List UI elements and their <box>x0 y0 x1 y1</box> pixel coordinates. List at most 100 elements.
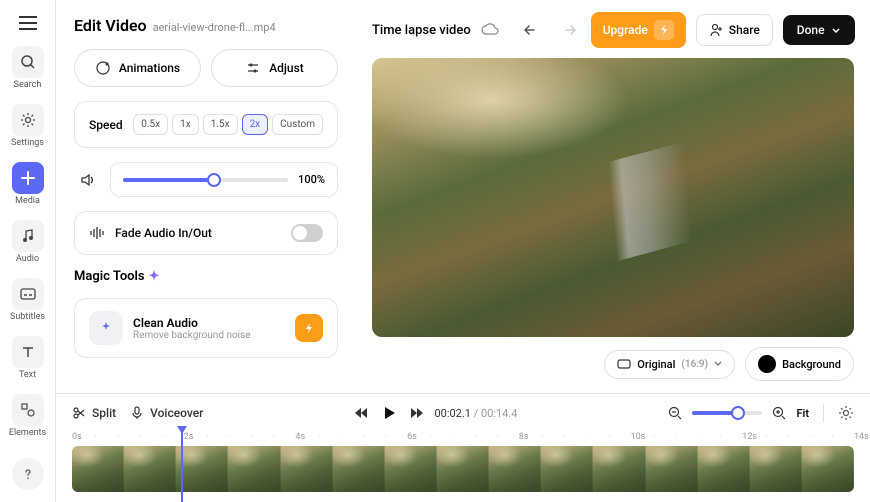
ruler-mark: 10s <box>631 432 646 442</box>
timeline-area: Split Voiceover 00:02.1 / 00:14.4 Fit <box>56 393 870 502</box>
ruler-mark: 6s <box>407 432 417 442</box>
button-label: Voiceover <box>150 406 203 420</box>
redo-button[interactable] <box>555 19 581 41</box>
nav-search[interactable]: Search <box>4 40 52 96</box>
button-label: Done <box>797 23 825 37</box>
undo-button[interactable] <box>519 19 545 41</box>
done-button[interactable]: Done <box>783 15 855 45</box>
timeline-thumbnail <box>228 446 280 492</box>
volume-slider[interactable]: 100% <box>110 162 338 197</box>
timeline-thumbnail <box>802 446 854 492</box>
speed-options: 0.5x1x1.5x2xCustom <box>133 114 323 135</box>
cloud-sync-icon[interactable] <box>481 23 499 37</box>
button-label: Upgrade <box>603 23 648 37</box>
speed-option[interactable]: 1.5x <box>203 114 238 135</box>
top-bar: Time lapse video Upgrade Share Done <box>372 12 854 48</box>
clean-audio-card[interactable]: Clean Audio Remove background noise <box>74 298 338 358</box>
speed-option[interactable]: 2x <box>242 114 269 135</box>
timeline-thumbnail <box>124 446 176 492</box>
zoom-slider[interactable] <box>692 411 762 415</box>
timecode: 00:02.1 / 00:14.4 <box>434 407 517 420</box>
scissors-icon <box>72 406 86 420</box>
split-button[interactable]: Split <box>72 406 116 420</box>
adjust-button[interactable]: Adjust <box>211 49 338 87</box>
crop-icon <box>617 359 631 369</box>
microphone-icon <box>130 406 144 420</box>
timeline-settings-button[interactable] <box>838 405 854 421</box>
ruler-mark: 0s <box>72 432 82 442</box>
voiceover-button[interactable]: Voiceover <box>130 406 203 420</box>
left-nav-rail: Search Settings Media Audio Subtitles Te… <box>0 0 56 502</box>
button-label: Animations <box>119 61 180 75</box>
chevron-down-icon <box>831 25 841 35</box>
clean-audio-subtitle: Remove background noise <box>133 330 285 341</box>
playhead[interactable] <box>181 428 183 502</box>
timeline-thumbnail <box>698 446 750 492</box>
edit-panel: Edit Video aerial-view-drone-fl...mp4 An… <box>56 0 356 393</box>
video-preview[interactable] <box>372 58 854 337</box>
timeline-thumbnail <box>489 446 541 492</box>
nav-label: Elements <box>9 428 46 438</box>
project-name[interactable]: Time lapse video <box>372 23 471 38</box>
premium-bolt-button[interactable] <box>295 314 323 342</box>
play-button[interactable] <box>378 402 400 424</box>
nav-label: Subtitles <box>10 312 45 322</box>
timeline-thumbnail <box>541 446 593 492</box>
text-icon <box>12 336 44 368</box>
button-label: Split <box>92 406 116 420</box>
skip-back-button[interactable] <box>354 407 368 419</box>
ruler-mark: 8s <box>519 432 529 442</box>
timeline-thumbnail <box>333 446 385 492</box>
volume-value: 100% <box>298 173 325 186</box>
nav-label: Text <box>19 370 36 380</box>
menu-button[interactable] <box>11 8 45 38</box>
ruler-mark: 4s <box>295 432 305 442</box>
upgrade-button[interactable]: Upgrade <box>591 12 686 48</box>
share-button[interactable]: Share <box>696 14 773 46</box>
aspect-ratio-button[interactable]: Original (16:9) <box>604 350 735 379</box>
magic-tools-heading: Magic Tools ✦ <box>74 269 338 284</box>
nav-label: Settings <box>11 138 44 148</box>
speed-option[interactable]: 0.5x <box>133 114 168 135</box>
fit-button[interactable]: Fit <box>796 407 809 420</box>
skip-forward-button[interactable] <box>410 407 424 419</box>
timeline-track-area[interactable] <box>56 446 870 502</box>
button-label: Background <box>782 358 841 371</box>
nav-text[interactable]: Text <box>4 330 52 386</box>
aspect-ratio-value: (16:9) <box>681 359 708 370</box>
help-button[interactable] <box>12 458 44 490</box>
shapes-icon <box>12 394 44 426</box>
button-label: Share <box>729 23 760 37</box>
speed-option[interactable]: Custom <box>272 114 323 135</box>
speed-option[interactable]: 1x <box>172 114 199 135</box>
settings-icon <box>12 104 44 136</box>
orbit-icon <box>95 60 111 76</box>
animations-button[interactable]: Animations <box>74 49 201 87</box>
color-swatch <box>758 355 776 373</box>
nav-label: Media <box>15 196 40 206</box>
timeline-thumbnail <box>750 446 802 492</box>
zoom-out-button[interactable] <box>668 406 682 420</box>
nav-audio[interactable]: Audio <box>4 214 52 270</box>
ruler-mark: 14s <box>854 432 869 442</box>
nav-label: Search <box>14 80 42 90</box>
aspect-label: Original <box>637 358 675 371</box>
nav-media[interactable]: Media <box>4 156 52 212</box>
speed-control: Speed 0.5x1x1.5x2xCustom <box>74 101 338 148</box>
zoom-in-button[interactable] <box>772 406 786 420</box>
background-button[interactable]: Background <box>745 347 854 381</box>
nav-elements[interactable]: Elements <box>4 388 52 444</box>
filename-label: aerial-view-drone-fl...mp4 <box>153 21 276 34</box>
timeline-thumbnail <box>437 446 489 492</box>
fade-audio-control: Fade Audio In/Out <box>74 211 338 255</box>
timeline-ruler[interactable]: 0s····2s····4s····6s····8s····10s····12s… <box>56 432 870 446</box>
nav-subtitles[interactable]: Subtitles <box>4 272 52 328</box>
sliders-icon <box>245 60 261 76</box>
timeline-thumbnail <box>281 446 333 492</box>
timeline-thumbnail <box>72 446 124 492</box>
video-clip[interactable] <box>72 446 854 492</box>
fade-toggle[interactable] <box>291 224 323 242</box>
nav-settings[interactable]: Settings <box>4 98 52 154</box>
button-label: Adjust <box>269 61 304 75</box>
volume-icon[interactable] <box>74 166 102 194</box>
